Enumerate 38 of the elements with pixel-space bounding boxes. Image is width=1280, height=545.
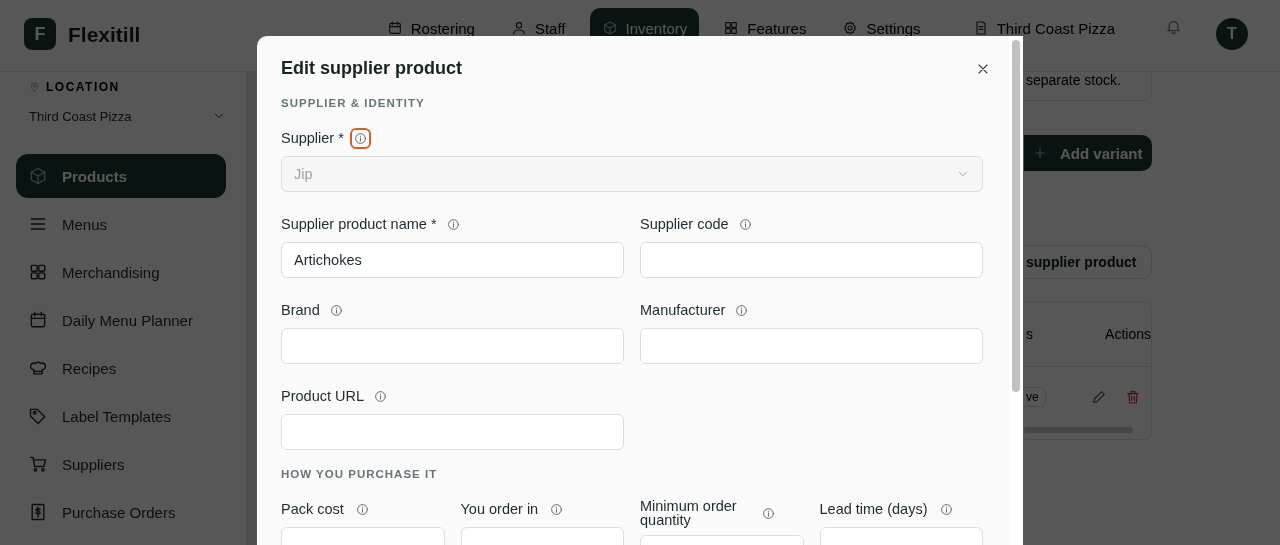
input-field[interactable]: Artichokes	[281, 242, 624, 278]
sidebar-item[interactable]: Label Templates	[16, 394, 226, 438]
sidebar-item[interactable]: Merchandising	[16, 250, 226, 294]
field-label: Pack cost	[281, 502, 344, 516]
location-select[interactable]: Third Coast Pizza	[29, 104, 226, 128]
sidebar-item[interactable]: Daily Menu Planner	[16, 298, 226, 342]
nav-tab[interactable]: Rostering	[374, 8, 487, 48]
logo-mark: F	[24, 18, 56, 50]
nav-tab[interactable]: Staff	[498, 8, 578, 48]
nav-tab[interactable]: Settings	[830, 8, 933, 48]
app-name: Flexitill	[68, 23, 141, 47]
add-variant-button[interactable]: Add variant	[1024, 135, 1152, 171]
column-header: Actions	[1105, 326, 1151, 342]
field-label: Supplier product name *	[281, 216, 437, 232]
field-label: Lead time (days)	[819, 502, 928, 516]
field-label: You order in	[460, 502, 539, 516]
column-header: s	[1026, 326, 1033, 342]
sidebar-item[interactable]: Products	[16, 154, 226, 198]
field-label: Supplier *	[281, 130, 344, 146]
field-label: Manufacturer	[640, 302, 726, 318]
user-avatar[interactable]: T	[1216, 18, 1248, 50]
venue-switcher[interactable]: Third Coast Pizza	[972, 8, 1115, 48]
field-label: Product URL	[281, 388, 364, 404]
nav-tab[interactable]: Features	[711, 8, 819, 48]
sidebar-item[interactable]: Suppliers	[16, 442, 226, 486]
section-heading: SUPPLIER & IDENTITY	[281, 97, 426, 109]
location-label: LOCATION	[46, 80, 120, 94]
status-badge: ve	[1024, 387, 1046, 407]
sidebar-item[interactable]: Menus	[16, 202, 226, 246]
sidebar-item[interactable]: Recipes	[16, 346, 226, 390]
section-heading: HOW YOU PURCHASE IT	[281, 468, 439, 480]
sidebar-item[interactable]: Purchase Orders	[16, 490, 226, 534]
info-note: separate stock.	[1024, 72, 1152, 101]
field-label: Minimum order quantity	[640, 499, 738, 527]
field-label: Brand	[281, 302, 320, 318]
field-label: Supplier code	[640, 216, 729, 232]
add-supplier-product-button[interactable]: supplier product	[1024, 245, 1152, 279]
modal-title: Edit supplier product	[281, 58, 462, 79]
